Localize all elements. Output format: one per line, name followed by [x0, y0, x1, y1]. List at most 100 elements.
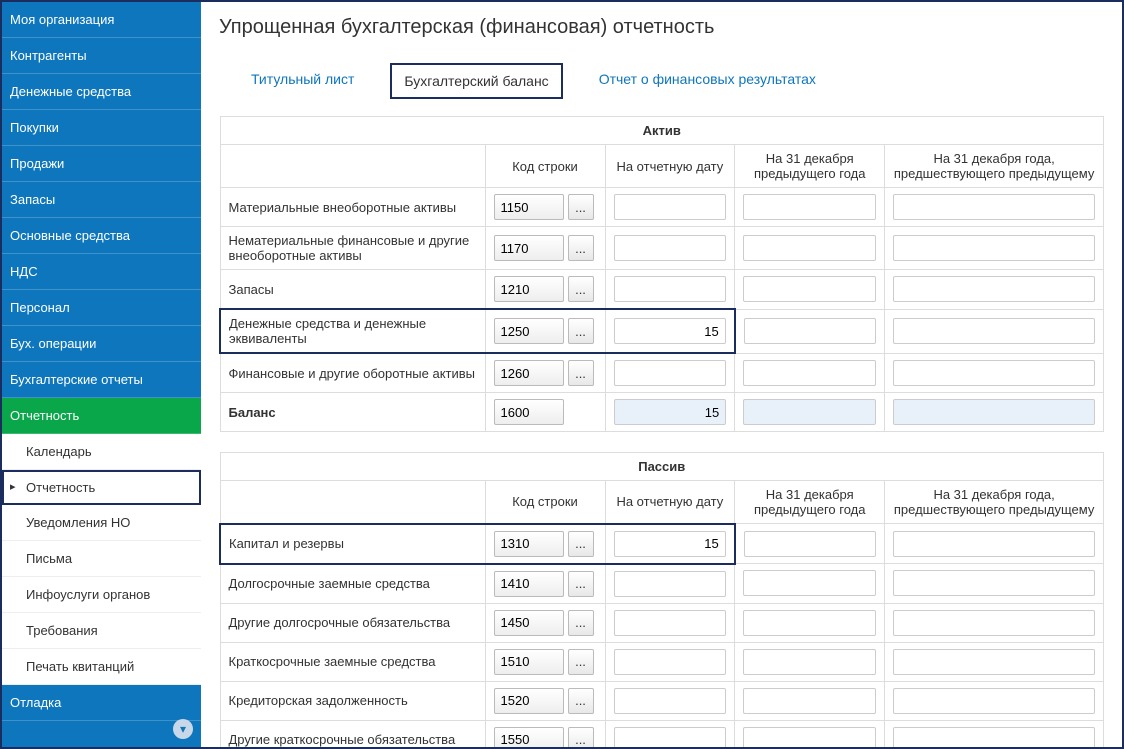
value-input[interactable]	[614, 276, 727, 302]
sidebar-item-inventory[interactable]: Запасы	[2, 182, 201, 218]
value-input[interactable]	[743, 235, 876, 261]
value-input[interactable]	[893, 531, 1095, 557]
sidebar-item-org[interactable]: Моя организация	[2, 2, 201, 38]
value-input[interactable]	[743, 727, 876, 748]
subitem-calendar[interactable]: Календарь	[2, 434, 201, 470]
code-input[interactable]	[494, 399, 564, 425]
sidebar-item-fixed-assets[interactable]: Основные средства	[2, 218, 201, 254]
value-input[interactable]	[614, 318, 726, 344]
value-input[interactable]	[743, 688, 876, 714]
code-picker-button[interactable]: ...	[568, 360, 594, 386]
code-input[interactable]	[494, 571, 564, 597]
value-input[interactable]	[893, 276, 1095, 302]
row-name: Другие долгосрочные обязательства	[220, 603, 485, 642]
code-input[interactable]	[494, 318, 564, 344]
code-input[interactable]	[494, 360, 564, 386]
code-picker-button[interactable]: ...	[568, 531, 594, 557]
value-input[interactable]	[614, 571, 727, 597]
code-picker-button[interactable]: ...	[568, 688, 594, 714]
value-input[interactable]	[614, 235, 727, 261]
value-input[interactable]	[744, 318, 876, 344]
subitem-reporting[interactable]: Отчетность	[2, 470, 201, 505]
value-input[interactable]	[893, 649, 1095, 675]
subitem-letters[interactable]: Письма	[2, 541, 201, 577]
value-input[interactable]	[893, 688, 1095, 714]
col-code-header: Код строки	[485, 481, 605, 524]
subitem-print-receipts[interactable]: Печать квитанций	[2, 649, 201, 685]
table-row: Другие краткосрочные обязательства...	[220, 720, 1104, 747]
value-input[interactable]	[893, 360, 1095, 386]
subitem-notifications[interactable]: Уведомления НО	[2, 505, 201, 541]
code-input[interactable]	[494, 531, 564, 557]
row-name: Финансовые и другие оборотные активы	[220, 353, 485, 393]
tabs: Титульный лист Бухгалтерский баланс Отче…	[219, 63, 1104, 100]
code-input[interactable]	[494, 194, 564, 220]
sidebar-item-counterparties[interactable]: Контрагенты	[2, 38, 201, 74]
value-cell	[735, 227, 885, 270]
col-name-header	[220, 481, 485, 524]
code-picker-button[interactable]: ...	[568, 276, 594, 302]
code-input[interactable]	[494, 649, 564, 675]
sidebar-item-purchases[interactable]: Покупки	[2, 110, 201, 146]
table-row: Нематериальные финансовые и другие внеоб…	[220, 227, 1104, 270]
value-cell	[735, 309, 885, 353]
sidebar-item-accounting-ops[interactable]: Бух. операции	[2, 326, 201, 362]
value-input[interactable]	[744, 531, 876, 557]
row-code-cell: ...	[485, 524, 605, 564]
value-input[interactable]	[743, 610, 876, 636]
value-input[interactable]	[893, 235, 1095, 261]
value-cell	[885, 603, 1104, 642]
value-input[interactable]	[743, 276, 876, 302]
sidebar-item-sales[interactable]: Продажи	[2, 146, 201, 182]
sidebar-item-vat[interactable]: НДС	[2, 254, 201, 290]
sidebar-item-cash[interactable]: Денежные средства	[2, 74, 201, 110]
code-picker-button[interactable]: ...	[568, 235, 594, 261]
code-picker-button[interactable]: ...	[568, 318, 594, 344]
table-row: Запасы...	[220, 270, 1104, 310]
code-picker-button[interactable]: ...	[568, 571, 594, 597]
code-input[interactable]	[494, 276, 564, 302]
value-cell	[885, 393, 1104, 432]
value-input[interactable]	[893, 194, 1095, 220]
code-picker-button[interactable]: ...	[568, 727, 594, 748]
value-input[interactable]	[614, 531, 726, 557]
code-input[interactable]	[494, 610, 564, 636]
value-input[interactable]	[743, 649, 876, 675]
value-input[interactable]	[614, 194, 727, 220]
table-row: Баланс	[220, 393, 1104, 432]
sidebar-item-accounting-reports[interactable]: Бухгалтерские отчеты	[2, 362, 201, 398]
value-input[interactable]	[614, 360, 727, 386]
value-input[interactable]	[743, 570, 876, 596]
value-cell	[735, 603, 885, 642]
value-input[interactable]	[893, 610, 1095, 636]
tab-balance[interactable]: Бухгалтерский баланс	[390, 63, 562, 99]
sidebar-item-debug[interactable]: Отладка	[2, 685, 201, 721]
value-input[interactable]	[743, 194, 876, 220]
code-picker-button[interactable]: ...	[568, 649, 594, 675]
value-cell	[605, 524, 735, 564]
code-picker-button[interactable]: ...	[568, 610, 594, 636]
tab-financial-results[interactable]: Отчет о финансовых результатах	[587, 63, 828, 99]
col-prev-header: На 31 декабря предыдущего года	[735, 481, 885, 524]
main-content: Упрощенная бухгалтерская (финансовая) от…	[201, 2, 1122, 747]
value-input[interactable]	[614, 610, 727, 636]
code-input[interactable]	[494, 727, 564, 748]
value-input[interactable]	[743, 360, 876, 386]
code-input[interactable]	[494, 235, 564, 261]
code-picker-button[interactable]: ...	[568, 194, 594, 220]
scroll-down-icon[interactable]: ▾	[173, 719, 193, 739]
value-input[interactable]	[614, 727, 727, 748]
value-input[interactable]	[893, 318, 1095, 344]
subitem-infoservices[interactable]: Инфоуслуги органов	[2, 577, 201, 613]
tab-title-sheet[interactable]: Титульный лист	[239, 63, 366, 99]
value-input[interactable]	[614, 649, 727, 675]
sidebar-item-personnel[interactable]: Персонал	[2, 290, 201, 326]
value-input[interactable]	[614, 688, 727, 714]
asset-table: Актив Код строки На отчетную дату На 31 …	[219, 116, 1104, 432]
code-input[interactable]	[494, 688, 564, 714]
value-input[interactable]	[893, 727, 1095, 748]
page-title: Упрощенная бухгалтерская (финансовая) от…	[219, 16, 1104, 39]
value-input[interactable]	[893, 570, 1095, 596]
subitem-requirements[interactable]: Требования	[2, 613, 201, 649]
sidebar-item-reporting[interactable]: Отчетность	[2, 398, 201, 434]
